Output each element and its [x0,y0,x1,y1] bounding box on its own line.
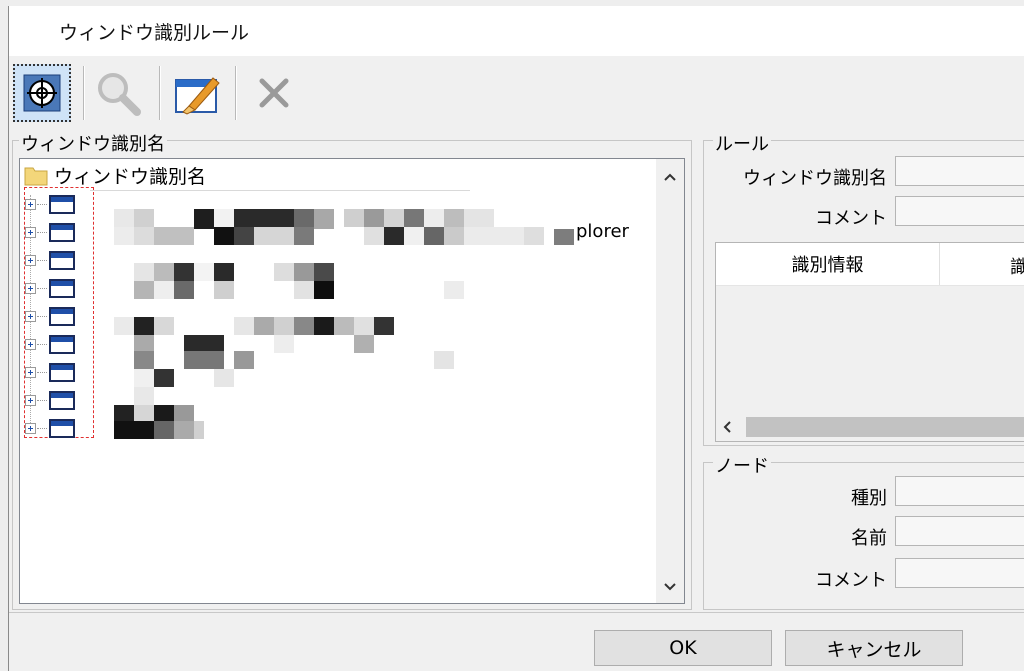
node-comment-field[interactable] [895,558,1024,588]
tree-node[interactable] [25,190,75,218]
tree-node[interactable] [25,218,75,246]
node-type-label: 種別 [851,488,887,509]
dialog-window: ウィンドウ識別ルール ウィンドウ識別名 ウィンドウ識別名 plorer ルール … [8,6,1024,671]
edit-button[interactable] [169,64,227,122]
window-icon [49,278,75,298]
rule-list-header: 識別情報 識 [716,243,1024,286]
window-icon [49,418,75,438]
expand-icon[interactable] [25,422,36,434]
tree-node[interactable] [25,274,75,302]
expand-icon[interactable] [25,338,36,350]
expand-icon[interactable] [25,366,36,378]
cancel-button[interactable]: キャンセル [785,630,963,666]
window-icon [49,306,75,326]
scroll-down-arrow-icon[interactable] [656,573,684,601]
rule-comment-field[interactable] [895,196,1024,226]
folder-icon [24,167,48,186]
rule-name-label: ウィンドウ識別名 [743,168,887,189]
tree-node[interactable] [25,246,75,274]
tree-node[interactable] [25,302,75,330]
scroll-up-arrow-icon[interactable] [656,163,684,191]
rule-group-title: ルール [713,130,771,156]
crosshair-target-icon [23,74,61,112]
window-icon [49,250,75,270]
node-comment-label: コメント [815,570,887,591]
expand-icon[interactable] [25,282,36,294]
rule-list[interactable]: 識別情報 識 [715,242,1024,442]
window-title: ウィンドウ識別ルール [59,22,250,44]
tree-node[interactable] [25,414,75,442]
expand-icon[interactable] [25,198,36,210]
tree-root-label: ウィンドウ識別名 [54,165,207,188]
expand-icon[interactable] [25,226,36,238]
magnifier-icon [98,73,141,116]
window-id-group-title: ウィンドウ識別名 [19,130,167,156]
node-name-label: 名前 [851,528,887,549]
node-type-field[interactable] [895,476,1024,506]
toolbar-separator [159,66,161,120]
rule-comment-label: コメント [815,208,887,229]
node-name-field[interactable] [895,516,1024,546]
scroll-left-arrow-icon[interactable] [722,419,732,438]
column-header-identification[interactable]: 識別情報 [716,243,940,285]
tree-node[interactable] [25,330,75,358]
window-icon [49,194,75,214]
ok-button[interactable]: OK [594,630,772,666]
window-icon [49,362,75,382]
window-icon [49,390,75,410]
search-button[interactable] [89,64,147,122]
delete-button[interactable] [245,64,303,122]
window-icon [49,222,75,242]
toolbar-separator [235,66,237,120]
scrollbar-thumb[interactable] [746,417,1024,437]
expand-icon[interactable] [25,254,36,266]
expand-icon[interactable] [25,310,36,322]
expand-icon[interactable] [25,394,36,406]
column-header-partial[interactable]: 識 [1010,253,1024,279]
tree-node[interactable] [25,386,75,414]
rule-name-field[interactable] [895,156,1024,186]
tree-node-label-fragment: plorer [576,221,629,242]
title-bar: ウィンドウ識別ルール [9,6,1024,56]
tree-root[interactable]: ウィンドウ識別名 [24,161,206,189]
x-delete-icon [259,78,289,108]
footer-divider [9,612,1024,613]
tree-vertical-scrollbar[interactable] [656,159,684,603]
toolbar [9,58,1024,124]
window-tree[interactable]: ウィンドウ識別名 plorer [19,158,685,604]
toolbar-separator [83,66,85,120]
node-group-title: ノード [713,452,771,478]
tree-node[interactable] [25,358,75,386]
window-icon [49,334,75,354]
target-capture-button[interactable] [13,64,71,122]
window-brush-icon [175,77,220,115]
rule-list-horizontal-scrollbar[interactable] [716,413,1024,441]
root-underline [90,190,470,191]
